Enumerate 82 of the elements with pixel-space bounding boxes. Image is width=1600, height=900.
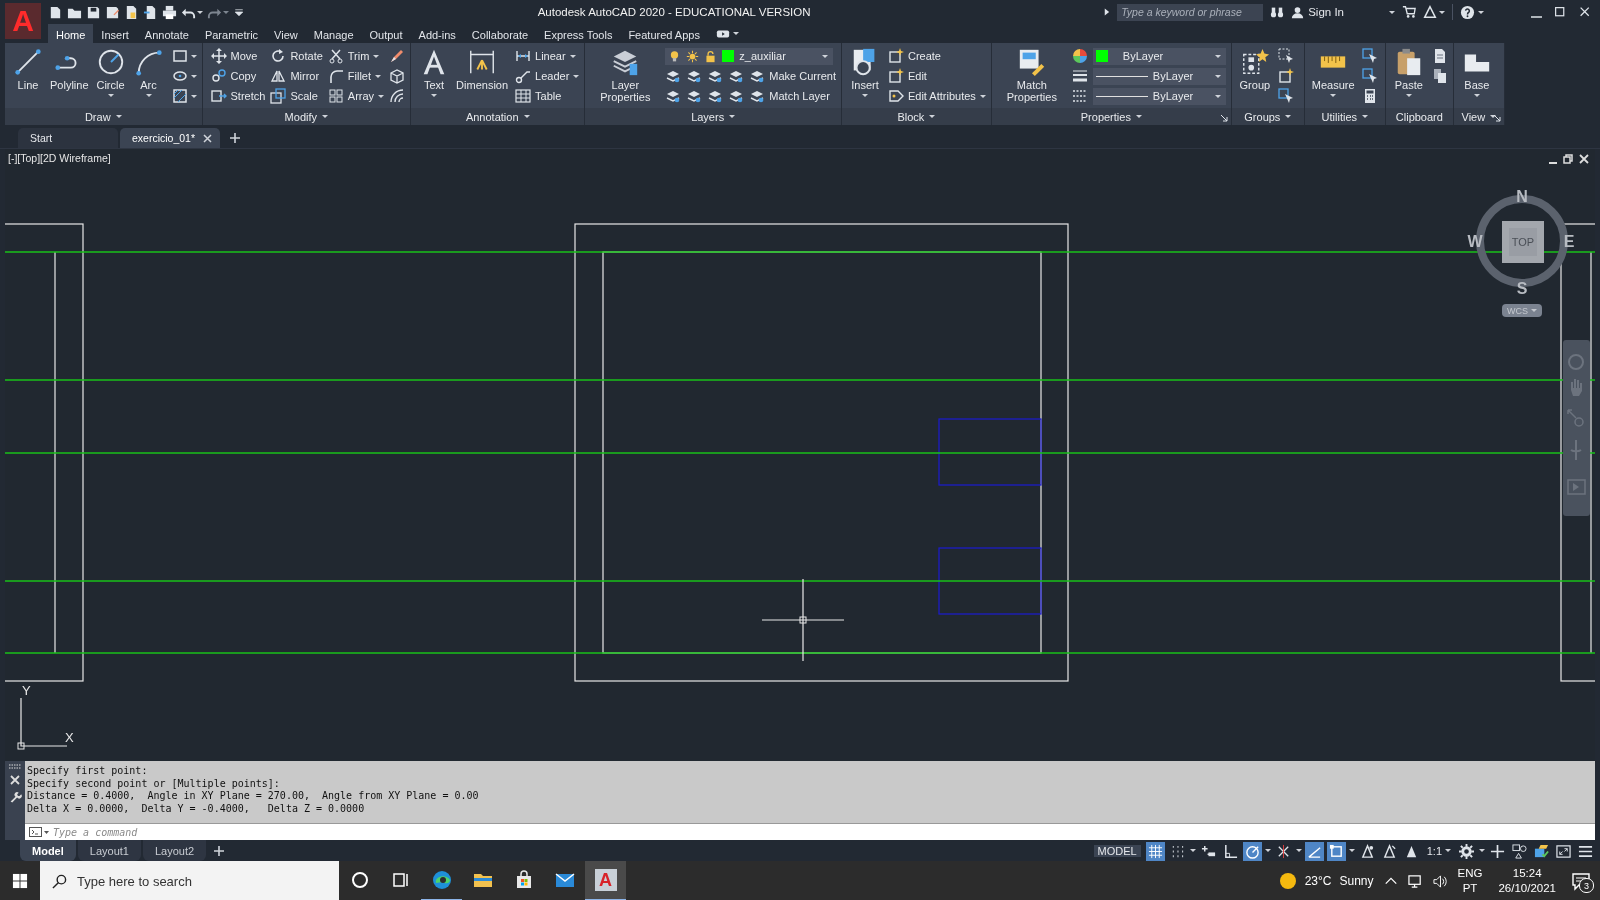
tool-button[interactable]: Match Layer bbox=[749, 86, 836, 106]
notification-count: 3 bbox=[1579, 878, 1594, 893]
ribbon-tab[interactable]: Annotate bbox=[136, 24, 197, 43]
layer-dropdown[interactable]: z_auxiliar bbox=[665, 47, 834, 65]
panel-title-button[interactable]: View bbox=[1461, 110, 1497, 123]
tool-button[interactable]: Rotate bbox=[270, 46, 323, 66]
file-tab[interactable]: Start bbox=[18, 128, 118, 148]
tool-button[interactable]: Mirror bbox=[270, 66, 323, 86]
panel-title-button[interactable]: Annotation bbox=[465, 110, 530, 123]
layout-tab[interactable]: Layout2 bbox=[142, 840, 207, 861]
ribbon-tool-button[interactable]: Insert bbox=[846, 46, 883, 98]
ribbon-tab[interactable]: Featured Apps bbox=[620, 24, 708, 43]
weather-condition: Sunny bbox=[1339, 874, 1374, 888]
panel-title-button[interactable]: Properties bbox=[1080, 110, 1142, 123]
panel-title-button[interactable]: Utilities bbox=[1321, 110, 1369, 123]
panel-title-button[interactable]: Clipboard bbox=[1395, 110, 1443, 123]
layout-tab[interactable]: Model bbox=[20, 840, 76, 861]
tool-button[interactable]: Scale bbox=[270, 86, 323, 106]
layout-tab[interactable]: Layout1 bbox=[77, 840, 141, 861]
ribbon-tab[interactable]: Express Tools bbox=[536, 24, 621, 43]
ribbon-tool-button[interactable]: Line bbox=[10, 46, 46, 92]
file-tab[interactable]: exercicio_01* bbox=[120, 128, 220, 148]
ribbon-tool-button[interactable]: Paste bbox=[1390, 46, 1427, 98]
tool-button[interactable]: Move bbox=[210, 46, 266, 66]
tool-button[interactable]: Create bbox=[887, 46, 986, 66]
ribbon-tool-button[interactable]: Circle bbox=[92, 46, 129, 98]
color-dropdown[interactable]: ByLayer bbox=[1092, 47, 1226, 65]
panel-title-button[interactable]: Block bbox=[897, 110, 936, 123]
weather-widget[interactable]: 23°C Sunny bbox=[1278, 872, 1374, 890]
sign-in-button[interactable]: Sign In bbox=[1291, 5, 1344, 19]
tool-button[interactable]: Stretch bbox=[210, 86, 266, 106]
ribbon-tab[interactable]: Manage bbox=[305, 24, 362, 43]
ribbon-tab[interactable]: View bbox=[266, 24, 306, 43]
tool-button[interactable]: Copy bbox=[210, 66, 266, 86]
command-history-line: Distance = 0.4000, Angle in XY Plane = 270.00, Angle from XY Plane = 0.00 bbox=[27, 790, 480, 803]
ribbon-tool-button[interactable]: Dimension bbox=[454, 46, 511, 92]
panel-title-button[interactable]: Layers bbox=[691, 110, 736, 123]
ribbon-tab[interactable]: Output bbox=[361, 24, 411, 43]
tool-button[interactable]: Table bbox=[515, 86, 580, 106]
tool-button[interactable]: Leader bbox=[515, 66, 580, 86]
app-logo: A bbox=[594, 869, 617, 891]
command-history-line: Specify first point: bbox=[27, 765, 149, 778]
panel-title-button[interactable]: Modify bbox=[284, 110, 328, 123]
temperature: 23°C bbox=[1304, 874, 1332, 888]
tool-button[interactable]: Linear bbox=[515, 46, 580, 66]
ribbon-tab[interactable]: Add-ins bbox=[410, 24, 464, 43]
ribbon-tab[interactable]: Parametric bbox=[196, 24, 267, 43]
ribbon-tool-button[interactable]: Match Properties bbox=[996, 46, 1067, 104]
ribbon-tab[interactable]: Home bbox=[48, 24, 94, 43]
ribbon-tool-button[interactable]: Arc bbox=[130, 46, 167, 98]
command-history-line: Delta X = 0.0000, Delta Y = -0.4000, Delta Z = 0.0000 bbox=[27, 802, 366, 815]
line-dropdown[interactable]: ByLayer bbox=[1092, 67, 1226, 85]
ribbon-tool-button[interactable]: Base bbox=[1458, 46, 1495, 98]
line-dropdown[interactable]: ByLayer bbox=[1092, 87, 1226, 105]
tool-button[interactable]: Trim bbox=[327, 46, 385, 66]
tool-button[interactable]: Array bbox=[327, 86, 385, 106]
command-history-line: Specify second point or [Multiple points]: bbox=[27, 777, 281, 790]
tool-button[interactable]: Edit bbox=[887, 66, 986, 86]
ribbon-tab[interactable]: Collaborate bbox=[463, 24, 537, 43]
axis-label: Y bbox=[22, 683, 31, 698]
ribbon-tool-button[interactable]: Layer Properties bbox=[590, 46, 661, 104]
tool-button[interactable]: Make Current bbox=[749, 66, 836, 86]
ribbon-tab[interactable]: Insert bbox=[93, 24, 137, 43]
help-search-field[interactable]: Type a keyword or phrase bbox=[1117, 3, 1264, 21]
viewport-controls-label[interactable]: [-][Top][2D Wireframe] bbox=[8, 152, 111, 164]
ribbon-tool-button[interactable]: Group bbox=[1236, 46, 1273, 92]
ribbon-tool-button[interactable]: Text bbox=[416, 46, 453, 98]
ribbon-tool-button[interactable]: Measure bbox=[1309, 46, 1357, 98]
ribbon-tool-button[interactable]: Polyline bbox=[48, 46, 91, 92]
panel-title-button[interactable]: Groups bbox=[1244, 110, 1292, 123]
tool-button[interactable]: Fillet bbox=[327, 66, 385, 86]
axis-label: X bbox=[65, 730, 74, 745]
tool-button[interactable]: Edit Attributes bbox=[887, 86, 986, 106]
notifications-button[interactable]: 3 bbox=[1566, 866, 1596, 896]
panel-title-button[interactable]: Draw bbox=[84, 110, 122, 123]
model-space-button[interactable]: MODEL bbox=[1093, 844, 1141, 857]
compass-direction[interactable]: S bbox=[1516, 280, 1528, 297]
window-title: Autodesk AutoCAD 2020 - EDUCATIONAL VERSION bbox=[536, 6, 812, 18]
compass-direction[interactable]: W bbox=[1467, 233, 1483, 250]
clock[interactable]: 15:24 26/10/2021 bbox=[1498, 866, 1556, 896]
input-language-indicator[interactable]: ENG PT bbox=[1457, 866, 1483, 896]
annotation-scale-button[interactable]: 1:1 bbox=[1423, 844, 1454, 857]
